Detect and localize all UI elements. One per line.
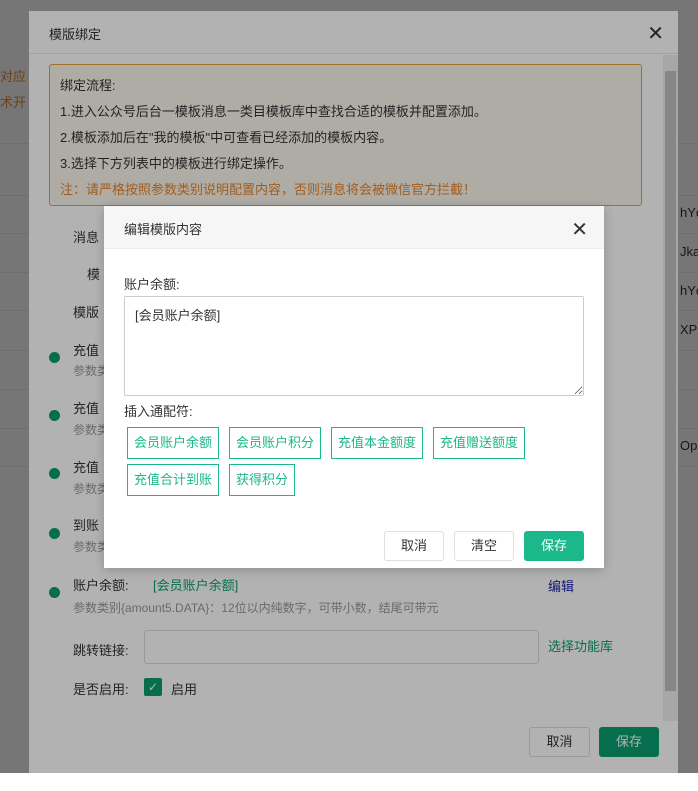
modal-title: 编辑模版内容	[104, 206, 604, 249]
insert-label: 插入通配符:	[124, 404, 193, 419]
tag-button[interactable]: 充值赠送额度	[433, 427, 526, 459]
save-button[interactable]: 保存	[524, 531, 584, 561]
tag-button[interactable]: 会员账户积分	[229, 427, 322, 459]
tag-button[interactable]: 充值本金额度	[331, 427, 424, 459]
tag-button[interactable]: 会员账户余额	[127, 427, 220, 459]
tag-button[interactable]: 充值合计到账	[127, 464, 220, 496]
tag-button[interactable]: 获得积分	[229, 464, 296, 496]
close-icon[interactable]: ✕	[571, 217, 588, 242]
cancel-button[interactable]: 取消	[384, 531, 444, 561]
clear-button[interactable]: 清空	[454, 531, 514, 561]
edit-template-modal: 编辑模版内容 ✕ 账户余额: [会员账户余额] 插入通配符: 会员账户余额 会员…	[104, 206, 604, 568]
field-label: 账户余额:	[124, 277, 180, 292]
content-textarea[interactable]: [会员账户余额]	[124, 296, 584, 396]
